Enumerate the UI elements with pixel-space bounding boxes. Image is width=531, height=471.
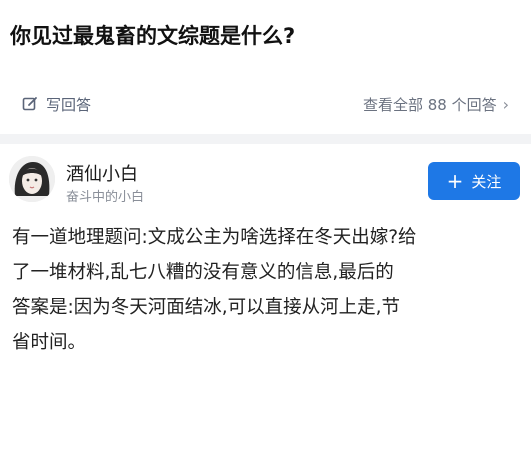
write-answer-button[interactable]: 写回答 (22, 94, 91, 115)
chevron-right-icon: › (502, 94, 509, 114)
answer-line: 了一堆材料,乱七八糟的没有意义的信息,最后的 (12, 262, 394, 283)
avatar[interactable] (9, 156, 55, 202)
question-title: 你见过最鬼畜的文综题是什么? (10, 24, 296, 48)
answer-body: 有一道地理题问:文成公主为啥选择在冬天出嫁?给 了一堆材料,乱七八糟的没有意义的… (12, 220, 517, 360)
view-all-answers-label: 查看全部 88 个回答 (362, 95, 497, 114)
follow-label: 关注 (471, 172, 502, 191)
section-divider (0, 134, 531, 144)
answer-line: 答案是:因为冬天河面结冰,可以直接从河上走,节 (12, 297, 400, 318)
author-row: 酒仙小白 奋斗中的小白 + 关注 (0, 150, 531, 212)
answer-line: 省时间。 (12, 332, 87, 353)
plus-icon: + (446, 169, 464, 193)
author-bio: 奋斗中的小白 (66, 190, 145, 205)
view-all-answers-link[interactable]: 查看全部 88 个回答 › (363, 94, 509, 115)
author-name[interactable]: 酒仙小白 (66, 160, 138, 186)
follow-button[interactable]: + 关注 (428, 162, 520, 200)
write-answer-label: 写回答 (46, 95, 92, 114)
answer-line: 有一道地理题问:文成公主为啥选择在冬天出嫁?给 (12, 227, 417, 248)
edit-icon (22, 96, 38, 112)
question-action-bar: 写回答 查看全部 88 个回答 › (0, 78, 531, 130)
